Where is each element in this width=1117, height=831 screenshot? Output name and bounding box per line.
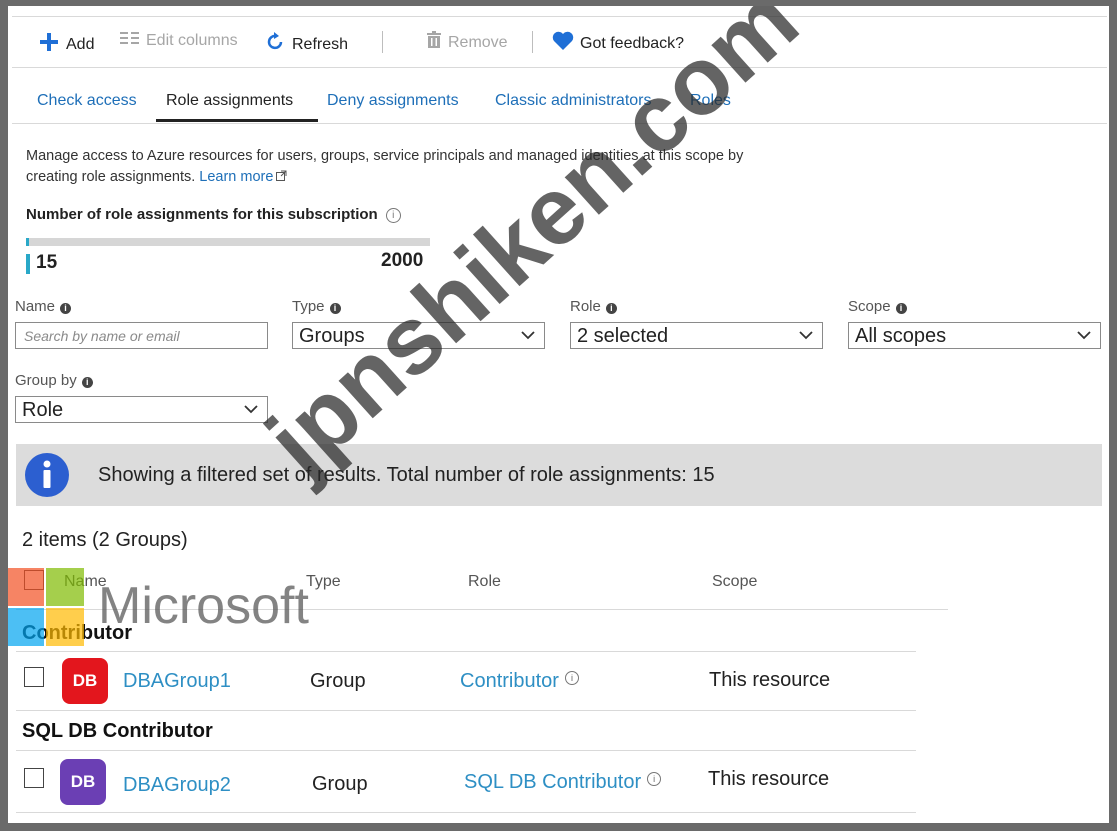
chevron-down-icon <box>1077 331 1091 340</box>
columns-icon <box>120 31 140 50</box>
role-dropdown[interactable]: 2 selected <box>570 322 823 349</box>
edit-columns-button[interactable]: Edit columns <box>120 31 238 50</box>
usage-progress-bar <box>26 238 430 246</box>
page-description: Manage access to Azure resources for use… <box>26 146 786 188</box>
column-header-name[interactable]: Name <box>64 573 107 591</box>
chevron-down-icon <box>799 331 813 340</box>
row-checkbox[interactable] <box>24 667 44 687</box>
role-link[interactable]: Contributor i <box>460 670 579 693</box>
usage-marker <box>26 254 30 274</box>
info-icon: i <box>647 772 662 786</box>
feedback-label: Got feedback? <box>580 34 685 52</box>
add-button[interactable]: Add <box>38 31 94 58</box>
info-icon[interactable]: i <box>81 377 93 388</box>
items-count: 2 items (2 Groups) <box>22 529 188 551</box>
role-filter-label: Role i <box>570 298 617 315</box>
external-link-icon <box>276 170 287 181</box>
scope-dropdown[interactable]: All scopes <box>848 322 1101 349</box>
scope-filter-label: Scope i <box>848 298 907 315</box>
learn-more-link[interactable]: Learn more <box>199 169 287 185</box>
group-header-sql-db-contributor: SQL DB Contributor <box>22 720 213 742</box>
column-header-role[interactable]: Role <box>468 573 501 591</box>
command-bar: Add Edit columns Refresh Remove Got feed… <box>12 16 1107 68</box>
divider <box>16 609 948 610</box>
tab-deny-assignments[interactable]: Deny assignments <box>327 92 459 110</box>
group-avatar: DB <box>60 759 106 805</box>
banner-message: Showing a filtered set of results. Total… <box>98 464 715 486</box>
remove-label: Remove <box>448 33 508 51</box>
group-by-label: Group by i <box>15 372 93 389</box>
info-icon[interactable]: i <box>329 303 341 314</box>
trash-icon <box>426 31 442 54</box>
group-name-link[interactable]: DBAGroup2 <box>123 774 231 797</box>
group-name-link[interactable]: DBAGroup1 <box>123 670 231 693</box>
usage-progress-fill <box>26 238 30 246</box>
group-by-dropdown[interactable]: Role <box>15 396 268 423</box>
refresh-icon <box>264 31 286 58</box>
toolbar-divider <box>532 31 533 53</box>
toolbar-divider <box>382 31 383 53</box>
column-header-type[interactable]: Type <box>306 573 341 591</box>
usage-current-value: 15 <box>36 252 58 273</box>
site-watermark: jpnshiken.com <box>246 6 818 496</box>
type-dropdown[interactable]: Groups <box>292 322 545 349</box>
active-tab-indicator <box>156 119 318 122</box>
info-icon <box>25 453 69 497</box>
divider <box>16 651 916 652</box>
feedback-button[interactable]: Got feedback? <box>552 31 684 56</box>
chevron-down-icon <box>521 331 535 340</box>
group-header-contributor: Contributor <box>22 622 132 644</box>
divider <box>16 812 916 813</box>
remove-button[interactable]: Remove <box>426 31 508 54</box>
refresh-button[interactable]: Refresh <box>264 31 348 58</box>
name-search-input[interactable]: Search by name or email <box>15 322 268 349</box>
info-icon[interactable]: i <box>895 303 907 314</box>
tab-bar: Check access Role assignments Deny assig… <box>12 86 1107 124</box>
name-filter-label: Name i <box>15 298 72 315</box>
filter-info-banner: Showing a filtered set of results. Total… <box>16 444 1102 506</box>
info-icon[interactable]: i <box>60 303 72 314</box>
chevron-down-icon <box>244 405 258 414</box>
refresh-label: Refresh <box>292 35 349 53</box>
group-avatar: DB <box>62 658 108 704</box>
scope-cell: This resource <box>708 768 830 790</box>
plus-icon <box>38 31 60 58</box>
column-header-scope[interactable]: Scope <box>712 573 757 591</box>
type-cell: Group <box>312 773 368 795</box>
select-all-checkbox[interactable] <box>24 570 44 590</box>
access-control-panel: Add Edit columns Refresh Remove Got feed… <box>8 6 1109 823</box>
type-cell: Group <box>310 670 366 692</box>
description-text: Manage access to Azure resources for use… <box>26 148 744 185</box>
info-icon[interactable]: i <box>605 303 617 314</box>
role-assignment-count-label: Number of role assignments for this subs… <box>26 206 401 223</box>
type-filter-label: Type i <box>292 298 341 315</box>
tab-role-assignments[interactable]: Role assignments <box>166 92 293 110</box>
edit-columns-label: Edit columns <box>146 31 238 49</box>
usage-max-value: 2000 <box>381 250 424 271</box>
divider <box>16 750 916 751</box>
scope-cell: This resource <box>709 669 831 691</box>
role-link[interactable]: SQL DB Contributor i <box>464 771 662 794</box>
tab-roles[interactable]: Roles <box>690 92 731 110</box>
info-icon: i <box>564 671 579 685</box>
info-icon[interactable]: i <box>385 208 401 223</box>
add-label: Add <box>66 35 95 53</box>
divider <box>16 710 916 711</box>
tab-classic-administrators[interactable]: Classic administrators <box>495 92 651 110</box>
row-checkbox[interactable] <box>24 768 44 788</box>
heart-icon <box>552 31 574 56</box>
tab-check-access[interactable]: Check access <box>37 92 137 110</box>
